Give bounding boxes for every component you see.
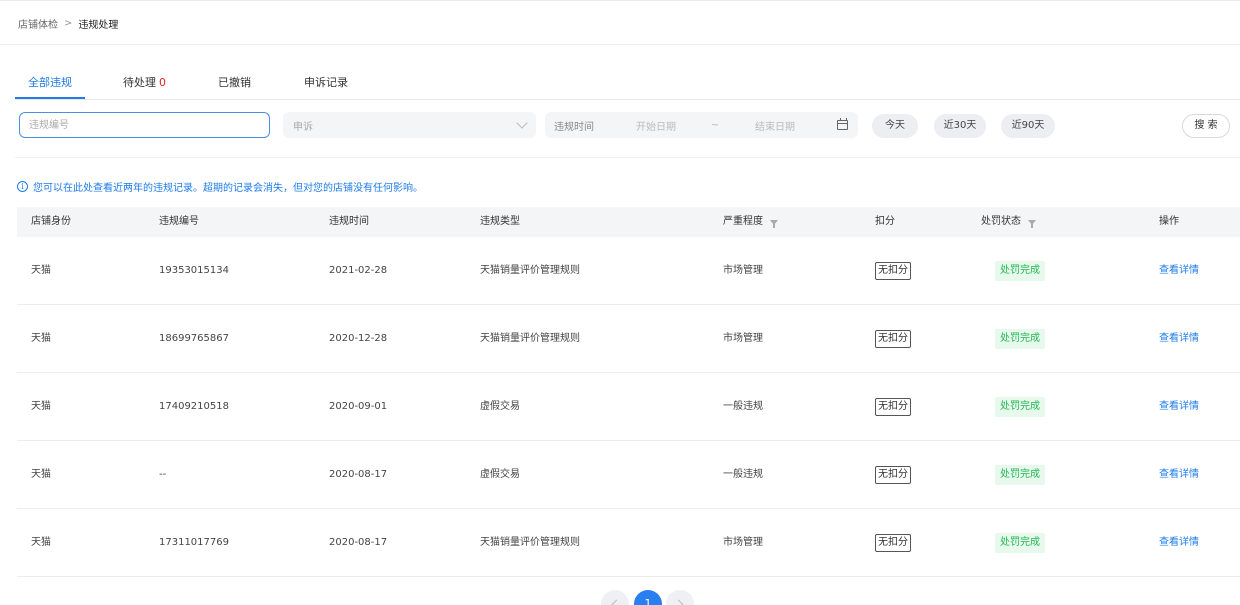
header-violation-time: 违规时间 xyxy=(329,216,369,227)
cell-shop: 天猫 xyxy=(31,401,51,412)
tab-label: 已撤销 xyxy=(218,76,251,89)
tab-pending[interactable]: 待处理 0 xyxy=(123,66,166,99)
breadcrumb-parent[interactable]: 店铺体检 xyxy=(18,16,58,31)
view-details-link[interactable]: 查看详情 xyxy=(1159,305,1199,373)
appeal-select-placeholder: 申诉 xyxy=(293,121,313,133)
end-date-field[interactable]: 结束日期 xyxy=(735,118,815,133)
search-button[interactable]: 搜 索 xyxy=(1182,114,1230,138)
cell-shop: 天猫 xyxy=(31,333,51,344)
cell-shop: 天猫 xyxy=(31,469,51,480)
table-row: 天猫 18699765867 2020-12-28 天猫销量评价管理规则 市场管… xyxy=(17,305,1240,373)
page-number-button[interactable]: 1 xyxy=(634,590,662,605)
score-badge: 无扣分 xyxy=(875,398,911,416)
cell-severity: 一般违规 xyxy=(723,401,763,412)
score-badge: 无扣分 xyxy=(875,466,911,484)
table-row: 天猫 17311017769 2020-08-17 天猫销量评价管理规则 市场管… xyxy=(17,509,1240,577)
table-row: 天猫 19353015134 2021-02-28 天猫销量评价管理规则 市场管… xyxy=(17,237,1240,305)
cell-severity: 市场管理 xyxy=(723,265,763,276)
breadcrumb: 店铺体检 > 违规处理 xyxy=(18,16,119,31)
cell-type: 天猫销量评价管理规则 xyxy=(480,333,580,344)
cell-date: 2020-08-17 xyxy=(329,537,388,548)
view-details-link[interactable]: 查看详情 xyxy=(1159,441,1199,509)
tab-revoked[interactable]: 已撤销 xyxy=(218,66,251,99)
tab-appeal-records[interactable]: 申诉记录 xyxy=(304,66,348,99)
tab-all-violations[interactable]: 全部违规 xyxy=(15,66,85,99)
date-range-separator: ~ xyxy=(710,119,720,131)
header-score: 扣分 xyxy=(875,216,895,227)
calendar-icon[interactable] xyxy=(837,118,848,130)
score-badge: 无扣分 xyxy=(875,330,911,348)
cell-violation-id: 18699765867 xyxy=(159,333,229,344)
appeal-select[interactable]: 申诉 xyxy=(283,112,536,138)
info-notice: i 您可以在此处查看近两年的违规记录。超期的记录会消失，但对您的店铺没有任何影响… xyxy=(17,180,423,194)
cell-date: 2020-12-28 xyxy=(329,333,388,344)
cell-severity: 市场管理 xyxy=(723,537,763,548)
filter-icon[interactable] xyxy=(1028,219,1036,228)
cell-type: 天猫销量评价管理规则 xyxy=(480,537,580,548)
violations-table: 店铺身份 违规编号 违规时间 违规类型 严重程度 扣分 处罚状态 操作 天猫 1… xyxy=(17,207,1240,577)
cell-severity: 一般违规 xyxy=(723,469,763,480)
violation-date-range[interactable]: 违规时间 开始日期 ~ 结束日期 xyxy=(545,112,858,138)
quick-today-button[interactable]: 今天 xyxy=(872,114,918,138)
cell-date: 2021-02-28 xyxy=(329,265,388,276)
table-row: 天猫 17409210518 2020-09-01 虚假交易 一般违规 无扣分 … xyxy=(17,373,1240,441)
filter-icon[interactable] xyxy=(770,219,778,228)
view-details-link[interactable]: 查看详情 xyxy=(1159,373,1199,441)
breadcrumb-current: 违规处理 xyxy=(78,19,119,31)
score-badge: 无扣分 xyxy=(875,534,911,552)
tab-label: 待处理 xyxy=(123,76,156,89)
header-violation-type: 违规类型 xyxy=(480,216,520,227)
tab-label: 全部违规 xyxy=(28,76,72,89)
status-badge: 处罚完成 xyxy=(995,397,1045,417)
cell-type: 天猫销量评价管理规则 xyxy=(480,265,580,276)
status-badge: 处罚完成 xyxy=(995,465,1045,485)
status-badge: 处罚完成 xyxy=(995,533,1045,553)
header-violation-id: 违规编号 xyxy=(159,216,199,227)
cell-date: 2020-08-17 xyxy=(329,469,388,480)
notice-text: 您可以在此处查看近两年的违规记录。超期的记录会消失，但对您的店铺没有任何影响。 xyxy=(33,183,423,194)
cell-violation-id: -- xyxy=(159,469,167,480)
info-icon: i xyxy=(17,181,28,192)
filter-divider xyxy=(15,157,1240,158)
chevron-down-icon xyxy=(516,117,528,129)
quick-30-days-button[interactable]: 近30天 xyxy=(934,114,986,138)
next-page-button[interactable] xyxy=(666,590,694,605)
date-range-label: 违规时间 xyxy=(554,121,594,133)
cell-shop: 天猫 xyxy=(31,265,51,276)
status-badge: 处罚完成 xyxy=(995,261,1045,281)
cell-violation-id: 17409210518 xyxy=(159,401,229,412)
start-date-field[interactable]: 开始日期 xyxy=(617,118,695,133)
cell-date: 2020-09-01 xyxy=(329,401,388,412)
header-severity[interactable]: 严重程度 xyxy=(723,207,778,237)
view-details-link[interactable]: 查看详情 xyxy=(1159,509,1199,577)
header-actions: 操作 xyxy=(1159,216,1179,227)
pending-count: 0 xyxy=(159,76,166,89)
cell-type: 虚假交易 xyxy=(480,401,520,412)
violation-tabs: 全部违规 待处理 0 已撤销 申诉记录 xyxy=(15,66,1240,100)
top-divider xyxy=(0,0,1240,1)
cell-violation-id: 17311017769 xyxy=(159,537,229,548)
prev-page-button[interactable] xyxy=(601,590,629,605)
quick-90-days-button[interactable]: 近90天 xyxy=(1001,114,1055,138)
cell-shop: 天猫 xyxy=(31,537,51,548)
cell-type: 虚假交易 xyxy=(480,469,520,480)
table-header: 店铺身份 违规编号 违规时间 违规类型 严重程度 扣分 处罚状态 操作 xyxy=(17,207,1240,237)
score-badge: 无扣分 xyxy=(875,262,911,280)
cell-severity: 市场管理 xyxy=(723,333,763,344)
header-penalty-status[interactable]: 处罚状态 xyxy=(981,207,1036,237)
header-divider xyxy=(0,44,1240,45)
breadcrumb-separator: > xyxy=(64,17,73,29)
tab-label: 申诉记录 xyxy=(304,76,348,89)
header-shop-identity: 店铺身份 xyxy=(31,216,71,227)
table-row: 天猫 -- 2020-08-17 虚假交易 一般违规 无扣分 处罚完成 查看详情 xyxy=(17,441,1240,509)
cell-violation-id: 19353015134 xyxy=(159,265,229,276)
status-badge: 处罚完成 xyxy=(995,329,1045,349)
view-details-link[interactable]: 查看详情 xyxy=(1159,237,1199,305)
violation-id-input[interactable] xyxy=(19,112,270,138)
